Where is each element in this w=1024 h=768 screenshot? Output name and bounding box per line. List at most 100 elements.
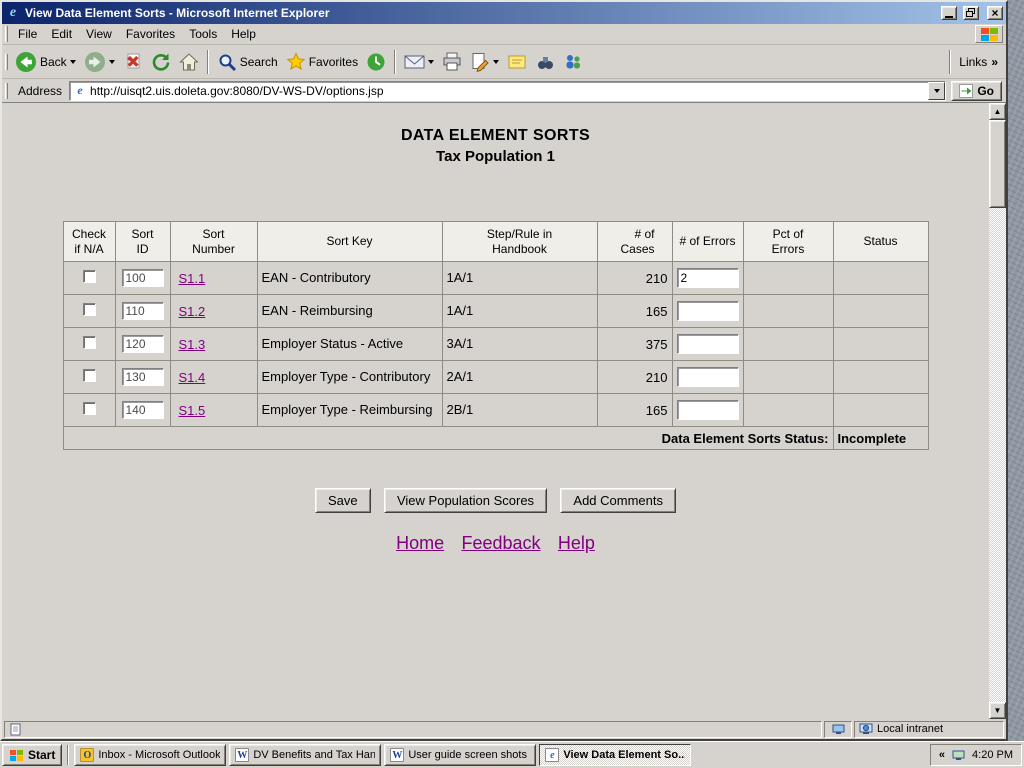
status-mini-icon (832, 724, 845, 735)
back-button[interactable]: Back (11, 47, 80, 77)
pct-errors-cell (743, 295, 833, 328)
task-label: View Data Element So... (563, 749, 685, 761)
forward-button[interactable] (80, 47, 119, 77)
search-button[interactable]: Search (213, 47, 282, 77)
sort-id-input[interactable] (122, 302, 164, 320)
table-row: S1.2 EAN - Reimbursing 1A/1 165 (63, 295, 928, 328)
address-dropdown-button[interactable] (928, 82, 945, 100)
col-header-step-rule: Step/Rule in Handbook (442, 222, 597, 262)
address-input[interactable] (90, 84, 928, 98)
favorites-button[interactable]: Favorites (282, 47, 362, 77)
errors-input[interactable] (677, 367, 739, 387)
sort-number-link[interactable]: S1.1 (179, 271, 206, 286)
scroll-down-button[interactable]: ▼ (989, 702, 1006, 719)
sort-id-input[interactable] (122, 335, 164, 353)
addressbar-grip[interactable] (5, 83, 8, 99)
status-cell (833, 295, 928, 328)
table-footer-row: Data Element Sorts Status: Incomplete (63, 427, 928, 450)
sort-key-cell: EAN - Contributory (257, 262, 442, 295)
na-checkbox[interactable] (83, 336, 96, 349)
start-button[interactable]: Start (2, 744, 62, 766)
sort-number-link[interactable]: S1.5 (179, 403, 206, 418)
favorites-label: Favorites (309, 55, 358, 69)
back-dropdown-icon (70, 60, 76, 67)
step-rule-cell: 1A/1 (442, 262, 597, 295)
discuss-icon (507, 53, 527, 71)
scrollbar-thumb[interactable] (989, 120, 1006, 208)
discuss-button[interactable] (503, 47, 531, 77)
errors-input[interactable] (677, 268, 739, 288)
na-checkbox[interactable] (83, 402, 96, 415)
title-bar: e View Data Element Sorts - Microsoft In… (2, 2, 1006, 24)
edit-button[interactable] (466, 47, 503, 77)
menu-help[interactable]: Help (224, 25, 263, 43)
form-buttons: Save View Population Scores Add Comments (2, 488, 989, 513)
errors-input[interactable] (677, 334, 739, 354)
menu-view[interactable]: View (79, 25, 119, 43)
vertical-scrollbar[interactable]: ▲ ▼ (989, 103, 1006, 719)
status-cell (833, 328, 928, 361)
menu-file[interactable]: File (11, 25, 44, 43)
cases-cell: 165 (597, 295, 672, 328)
stop-button[interactable] (119, 47, 147, 77)
status-cell (833, 361, 928, 394)
errors-input[interactable] (677, 400, 739, 420)
browser-viewport: DATA ELEMENT SORTS Tax Population 1 Chec… (2, 103, 1006, 719)
messenger-icon (563, 52, 583, 72)
view-population-scores-button[interactable]: View Population Scores (384, 488, 547, 513)
sorts-status-label: Data Element Sorts Status: (63, 427, 833, 450)
messenger-button[interactable] (559, 47, 587, 77)
menu-tools[interactable]: Tools (182, 25, 224, 43)
sort-number-link[interactable]: S1.4 (179, 370, 206, 385)
feedback-link[interactable]: Feedback (461, 533, 540, 553)
tray-chevron-button[interactable]: « (939, 749, 945, 761)
mail-dropdown-icon (428, 60, 434, 67)
sort-id-input[interactable] (122, 401, 164, 419)
task-ie-active[interactable]: e View Data Element So... (539, 744, 691, 766)
home-button[interactable] (175, 47, 203, 77)
restore-button[interactable] (963, 6, 979, 20)
table-row: S1.4 Employer Type - Contributory 2A/1 2… (63, 361, 928, 394)
na-checkbox[interactable] (83, 303, 96, 316)
close-button[interactable]: × (987, 6, 1003, 20)
scroll-up-button[interactable]: ▲ (989, 103, 1006, 120)
history-button[interactable] (362, 47, 390, 77)
menubar-grip[interactable] (5, 26, 8, 42)
minimize-button[interactable] (941, 6, 957, 20)
menu-edit[interactable]: Edit (44, 25, 79, 43)
task-outlook[interactable]: O Inbox - Microsoft Outlook (74, 744, 226, 766)
sort-key-cell: Employer Status - Active (257, 328, 442, 361)
sort-id-input[interactable] (122, 269, 164, 287)
col-header-cases: # of Cases (597, 222, 672, 262)
sort-number-link[interactable]: S1.3 (179, 337, 206, 352)
task-word-dv-benefits[interactable]: W DV Benefits and Tax Han... (229, 744, 381, 766)
errors-input[interactable] (677, 301, 739, 321)
go-button[interactable]: Go (951, 81, 1002, 101)
refresh-button[interactable] (147, 47, 175, 77)
go-label: Go (977, 84, 994, 98)
cases-cell: 210 (597, 262, 672, 295)
toolbar-grip[interactable] (5, 54, 8, 70)
col-header-sort-key: Sort Key (257, 222, 442, 262)
na-checkbox[interactable] (83, 270, 96, 283)
pct-errors-cell (743, 361, 833, 394)
menu-favorites[interactable]: Favorites (119, 25, 182, 43)
add-comments-button[interactable]: Add Comments (560, 488, 676, 513)
desktop: e View Data Element Sorts - Microsoft In… (0, 0, 1024, 768)
help-link[interactable]: Help (558, 533, 595, 553)
sort-id-input[interactable] (122, 368, 164, 386)
browser-window: e View Data Element Sorts - Microsoft In… (0, 0, 1008, 741)
task-word-user-guide[interactable]: W User guide screen shots ... (384, 744, 536, 766)
sort-number-link[interactable]: S1.2 (179, 304, 206, 319)
back-icon (15, 51, 37, 73)
go-arrow-icon (959, 84, 973, 98)
na-checkbox[interactable] (83, 369, 96, 382)
research-button[interactable] (531, 47, 559, 77)
sort-key-cell: Employer Type - Reimbursing (257, 394, 442, 427)
links-bar[interactable]: Links » (945, 50, 1004, 74)
save-button[interactable]: Save (315, 488, 371, 513)
home-link[interactable]: Home (396, 533, 444, 553)
mail-button[interactable] (400, 47, 438, 77)
tray-clock: 4:20 PM (972, 749, 1013, 761)
print-button[interactable] (438, 47, 466, 77)
